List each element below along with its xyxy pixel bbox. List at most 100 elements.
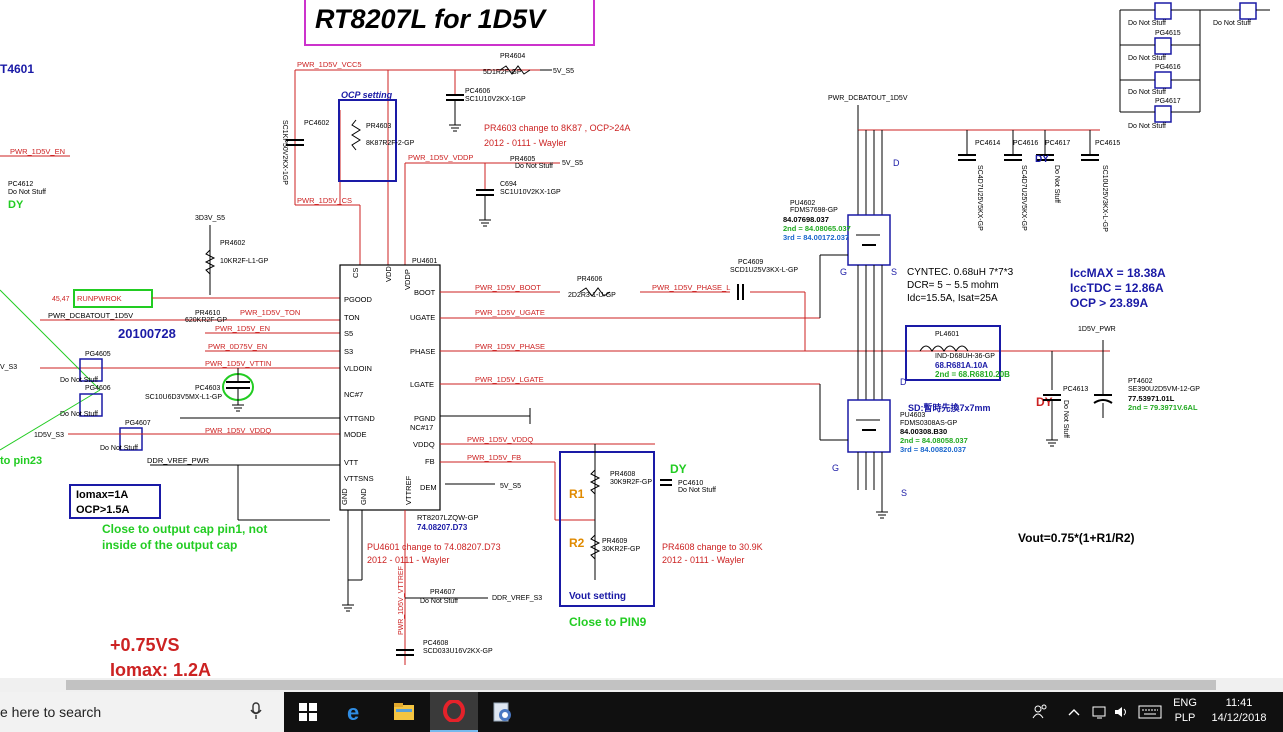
edge-browser-icon[interactable]: e	[332, 692, 380, 732]
language-indicator[interactable]: ENG PLP	[1168, 696, 1202, 726]
svg-text:PC4606: PC4606	[465, 88, 490, 95]
svg-text:PWR_1D5V_VTTIN: PWR_1D5V_VTTIN	[205, 359, 271, 368]
svg-text:PR4609: PR4609	[602, 538, 627, 545]
svg-text:PR4605: PR4605	[510, 156, 535, 163]
search-placeholder: e here to search	[0, 704, 102, 720]
svg-text:SC10U6D3V5MX-L1-GP: SC10U6D3V5MX-L1-GP	[145, 394, 222, 401]
svg-text:PR4607: PR4607	[430, 589, 455, 596]
svg-text:PR4603 change to 8K87 , OCP>24: PR4603 change to 8K87 , OCP>24A	[484, 123, 630, 133]
svg-text:DEM: DEM	[420, 483, 437, 492]
svg-text:PC4613: PC4613	[1063, 386, 1088, 393]
svg-text:PWR_1D5V_PHASE: PWR_1D5V_PHASE	[475, 342, 545, 351]
svg-text:GND: GND	[359, 488, 368, 505]
svg-text:UGATE: UGATE	[410, 313, 435, 322]
system-clock[interactable]: 11:41 14/12/2018	[1204, 696, 1274, 726]
svg-text:SC4D7U25V5KX-GP: SC4D7U25V5KX-GP	[976, 165, 983, 231]
svg-text:G: G	[840, 267, 847, 277]
svg-text:IND-D68UH-36-GP: IND-D68UH-36-GP	[935, 353, 995, 360]
svg-text:PR4606: PR4606	[577, 276, 602, 283]
svg-text:V_S3: V_S3	[0, 364, 17, 371]
horizontal-scrollbar[interactable]	[0, 678, 1283, 692]
keyboard-icon[interactable]	[1138, 692, 1162, 732]
svg-text:Idc=15.5A, Isat=25A: Idc=15.5A, Isat=25A	[907, 293, 998, 304]
svg-text:2nd = 79.3971V.6AL: 2nd = 79.3971V.6AL	[1128, 403, 1198, 412]
volume-icon[interactable]	[1114, 692, 1130, 732]
svg-text:IccTDC = 12.86A: IccTDC = 12.86A	[1070, 281, 1164, 295]
svg-text:Close to output cap pin1, not: Close to output cap pin1, not	[102, 522, 267, 536]
start-windows-icon[interactable]	[284, 692, 332, 732]
svg-text:Do Not Stuff: Do Not Stuff	[1213, 20, 1251, 27]
svg-text:S3: S3	[344, 347, 353, 356]
svg-text:S: S	[891, 267, 897, 277]
svg-text:PWR_1D5V_BOOT: PWR_1D5V_BOOT	[475, 283, 541, 292]
svg-text:PC4608: PC4608	[423, 640, 448, 647]
svg-text:C694: C694	[500, 181, 517, 188]
taskbar: e here to search e ENG PLP 11:41 14/12/2…	[0, 692, 1283, 732]
svg-text:PC4612: PC4612	[8, 181, 33, 188]
svg-text:Do Not Stuff: Do Not Stuff	[420, 598, 458, 605]
svg-text:PWR_1D5V_VDDP: PWR_1D5V_VDDP	[408, 153, 473, 162]
svg-text:3rd = 84.00172.037: 3rd = 84.00172.037	[783, 233, 849, 242]
svg-text:PGOOD: PGOOD	[344, 295, 373, 304]
svg-text:PC4617: PC4617	[1045, 140, 1070, 147]
svg-text:RT8207LZQW-GP: RT8207LZQW-GP	[417, 513, 478, 522]
svg-text:OCP setting: OCP setting	[341, 90, 393, 100]
opera-browser-icon[interactable]	[430, 692, 478, 732]
svg-text:PG4605: PG4605	[85, 351, 111, 358]
svg-text:PU4603: PU4603	[900, 412, 925, 419]
svg-text:S: S	[901, 488, 907, 498]
svg-text:2012 - 0111 - Wayler: 2012 - 0111 - Wayler	[662, 555, 744, 565]
svg-text:5V_S5: 5V_S5	[500, 483, 521, 490]
svg-text:PWR_1D5V_EN: PWR_1D5V_EN	[10, 147, 65, 156]
svg-text:PWR_1D5V_VTTREF: PWR_1D5V_VTTREF	[398, 566, 405, 635]
svg-text:5V_S5: 5V_S5	[553, 68, 574, 75]
svg-text:PWR_1D5V_CS: PWR_1D5V_CS	[297, 196, 352, 205]
svg-text:77.53971.01L: 77.53971.01L	[1128, 394, 1175, 403]
svg-text:Do Not Stuff: Do Not Stuff	[1128, 55, 1166, 62]
svg-text:10KR2F-L1-GP: 10KR2F-L1-GP	[220, 258, 269, 265]
svg-text:1D5V_PWR: 1D5V_PWR	[1078, 326, 1116, 333]
schematic-drawing: RT8207L for 1D5V T4601 PWR_1D5V_VCC5 PR4…	[0, 0, 1270, 680]
svg-text:SC1KP50V2KX-1GP: SC1KP50V2KX-1GP	[281, 120, 288, 185]
network-icon[interactable]	[1092, 692, 1108, 732]
svg-text:PWR_DCBATOUT_1D5V: PWR_DCBATOUT_1D5V	[48, 311, 133, 320]
svg-text:e: e	[347, 701, 359, 723]
svg-text:Do Not Stuff: Do Not Stuff	[100, 445, 138, 452]
chevron-up-icon[interactable]	[1068, 692, 1080, 732]
svg-text:Vout=0.75*(1+R1/R2): Vout=0.75*(1+R1/R2)	[1018, 531, 1135, 545]
microphone-icon[interactable]	[250, 702, 262, 725]
svg-text:PC4614: PC4614	[975, 140, 1000, 147]
svg-text:PR4603: PR4603	[366, 123, 391, 130]
pu4602-mosfet	[847, 214, 891, 266]
svg-text:3rd = 84.00820.037: 3rd = 84.00820.037	[900, 445, 966, 454]
svg-text:PU4601: PU4601	[412, 258, 437, 265]
svg-text:PR4608 change to 30.9K: PR4608 change to 30.9K	[662, 542, 763, 552]
svg-text:620KR2F-GP: 620KR2F-GP	[185, 317, 227, 324]
svg-text:CYNTEC. 0.68uH 7*7*3: CYNTEC. 0.68uH 7*7*3	[907, 267, 1014, 278]
document-viewer-icon[interactable]	[478, 692, 526, 732]
svg-text:Do Not Stuff: Do Not Stuff	[1053, 165, 1060, 203]
schematic-viewport[interactable]: RT8207L for 1D5V T4601 PWR_1D5V_VCC5 PR4…	[0, 0, 1283, 692]
file-explorer-icon[interactable]	[380, 692, 428, 732]
svg-text:Do Not Stuff: Do Not Stuff	[515, 163, 553, 170]
svg-text:PU4601 change to 74.08207.D73: PU4601 change to 74.08207.D73	[367, 542, 501, 552]
svg-text:Do Not Stuff: Do Not Stuff	[8, 189, 46, 196]
svg-text:PT4602: PT4602	[1128, 378, 1153, 385]
svg-text:G: G	[832, 463, 839, 473]
svg-text:FDMS7698-GP: FDMS7698-GP	[790, 207, 838, 214]
svg-text:PG4606: PG4606	[85, 385, 111, 392]
svg-text:45,47: 45,47	[52, 296, 70, 303]
svg-text:20100728: 20100728	[118, 326, 176, 341]
people-icon[interactable]	[1032, 692, 1048, 732]
svg-text:SC1U10V2KX-1GP: SC1U10V2KX-1GP	[465, 96, 526, 103]
svg-text:PC4615: PC4615	[1095, 140, 1120, 147]
svg-text:2nd = 84.08065.037: 2nd = 84.08065.037	[783, 224, 851, 233]
svg-text:5D1R2F-GP: 5D1R2F-GP	[483, 69, 522, 76]
svg-text:TON: TON	[344, 313, 360, 322]
scrollbar-thumb[interactable]	[66, 680, 1216, 690]
svg-text:Close to PIN9: Close to PIN9	[569, 615, 647, 629]
svg-text:PR4610: PR4610	[195, 310, 220, 317]
svg-text:PWR_DCBATOUT_1D5V: PWR_DCBATOUT_1D5V	[828, 95, 908, 102]
search-box[interactable]: e here to search	[0, 692, 284, 732]
svg-text:OCP > 23.89A: OCP > 23.89A	[1070, 296, 1148, 310]
